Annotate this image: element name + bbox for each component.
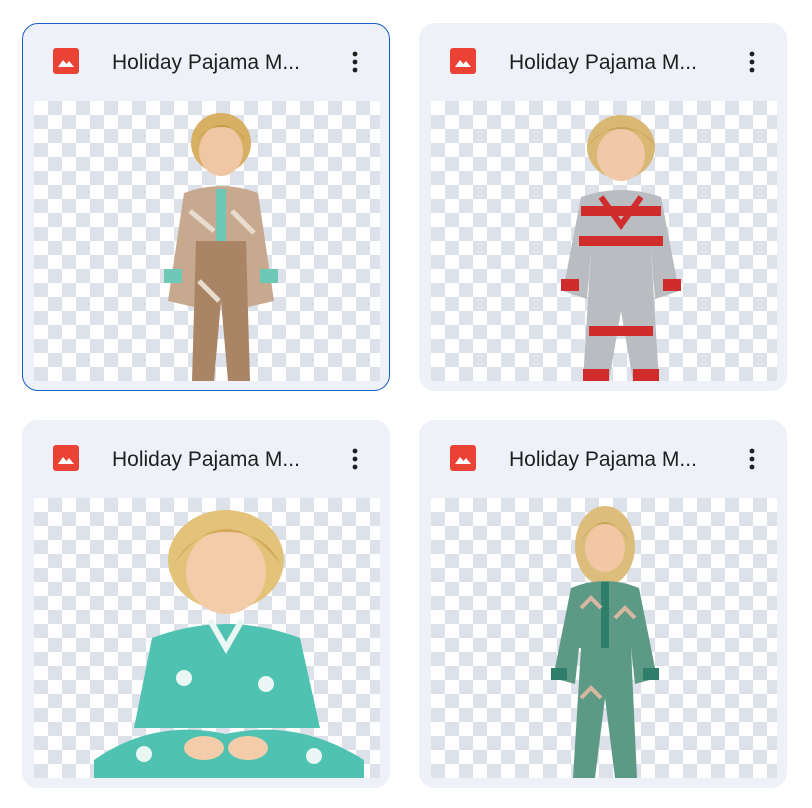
more-options-icon[interactable]: [738, 48, 766, 76]
file-card[interactable]: Holiday Pajama M...: [22, 23, 390, 391]
file-thumbnail[interactable]: [431, 498, 777, 778]
child-photo-teal-pajamas: [94, 510, 364, 778]
child-photo-green-pajamas: [551, 506, 659, 778]
image-file-icon: [450, 445, 476, 471]
file-title: Holiday Pajama M...: [509, 51, 697, 74]
file-card[interactable]: Holiday Pajama M...: [22, 420, 390, 788]
file-card-header: Holiday Pajama M...: [420, 421, 786, 499]
image-file-icon: [53, 445, 79, 471]
file-title: Holiday Pajama M...: [112, 448, 300, 471]
image-file-icon: [53, 48, 79, 74]
file-thumbnail[interactable]: [431, 101, 777, 381]
file-thumbnail[interactable]: [34, 498, 380, 778]
child-photo-red-pajamas: [561, 115, 681, 381]
file-card-header: Holiday Pajama M...: [420, 24, 786, 102]
more-options-icon[interactable]: [738, 445, 766, 473]
file-card-header: Holiday Pajama M...: [23, 421, 389, 499]
file-thumbnail[interactable]: [34, 101, 380, 381]
more-options-icon[interactable]: [341, 445, 369, 473]
file-title: Holiday Pajama M...: [509, 448, 697, 471]
more-options-icon[interactable]: [341, 48, 369, 76]
file-card[interactable]: Holiday Pajama M...: [419, 23, 787, 391]
file-card-header: Holiday Pajama M...: [23, 24, 389, 102]
file-card[interactable]: Holiday Pajama M...: [419, 420, 787, 788]
image-file-icon: [450, 48, 476, 74]
file-title: Holiday Pajama M...: [112, 51, 300, 74]
child-photo-brown-pajamas: [164, 113, 278, 381]
